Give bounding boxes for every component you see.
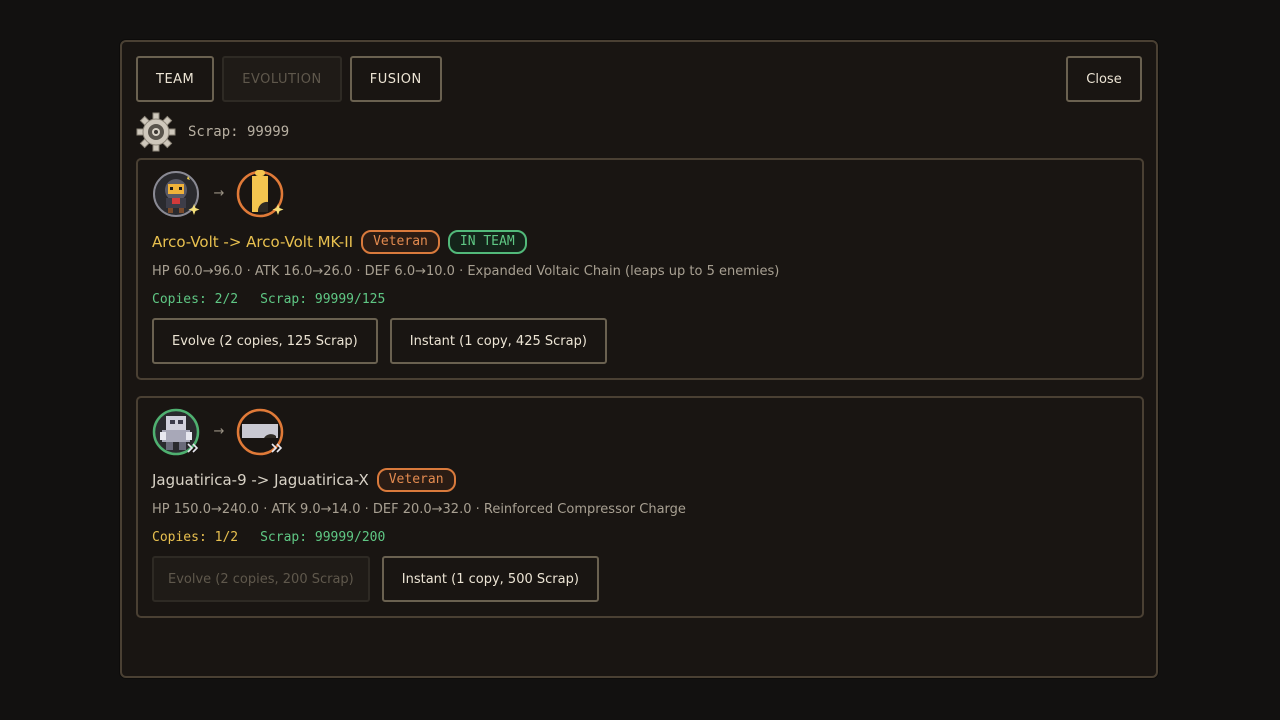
evolution-name: Jaguatirica-9 -> Jaguatirica-X	[152, 471, 369, 489]
close-button[interactable]: Close	[1066, 56, 1142, 102]
evolution-arrow: →	[213, 185, 225, 201]
copies-count: Copies: 2/2	[152, 292, 239, 307]
scrap-balance: Scrap: 99999	[136, 112, 289, 152]
instant-evolve-button[interactable]: Instant (1 copy, 425 Scrap)	[389, 318, 607, 364]
evolution-name: Arco-Volt -> Arco-Volt MK-II	[152, 233, 354, 251]
veteran-badge: Veteran	[361, 230, 440, 254]
scrap-amount: Scrap: 99999	[188, 124, 290, 140]
tab-bar: TEAM EVOLUTION FUSION	[136, 56, 442, 102]
silhouette-icon	[236, 170, 284, 218]
veteran-badge: Veteran	[376, 468, 456, 492]
tab-evolution[interactable]: EVOLUTION	[222, 56, 342, 102]
tab-fusion[interactable]: FUSION	[349, 56, 442, 102]
silhouette-icon	[236, 408, 284, 456]
evolve-button[interactable]: Evolve (2 copies, 125 Scrap)	[152, 318, 378, 364]
mech-portrait-icon	[152, 408, 200, 456]
instant-evolve-button[interactable]: Instant (1 copy, 500 Scrap)	[381, 556, 599, 602]
tab-team[interactable]: TEAM	[136, 56, 215, 102]
evolution-card: → Jaguatirica-9 -> Jaguatirica-X Veteran…	[136, 396, 1144, 618]
stat-changes: HP 60.0→96.0 · ATK 16.0→26.0 · DEF 6.0→1…	[152, 264, 780, 279]
stat-changes: HP 150.0→240.0 · ATK 9.0→14.0 · DEF 20.0…	[152, 502, 686, 517]
gear-icon	[136, 112, 176, 152]
evolution-icons: →	[152, 406, 286, 456]
evolution-arrow: →	[213, 423, 225, 439]
evolve-button[interactable]: Evolve (2 copies, 200 Scrap)	[152, 556, 370, 602]
evolution-panel: TEAM EVOLUTION FUSION Close Scrap: 99999	[120, 40, 1158, 678]
evolution-icons: →	[152, 168, 286, 218]
copies-count: Copies: 1/2	[152, 530, 239, 545]
in-team-badge: IN TEAM	[447, 230, 527, 254]
robot-portrait-icon	[153, 171, 200, 217]
scrap-requirement: Scrap: 99999/125	[260, 292, 386, 307]
scrap-requirement: Scrap: 99999/200	[260, 530, 386, 545]
evolution-card: → Arco-Volt -> Arco-Volt MK-II Veteran I…	[136, 158, 1144, 380]
